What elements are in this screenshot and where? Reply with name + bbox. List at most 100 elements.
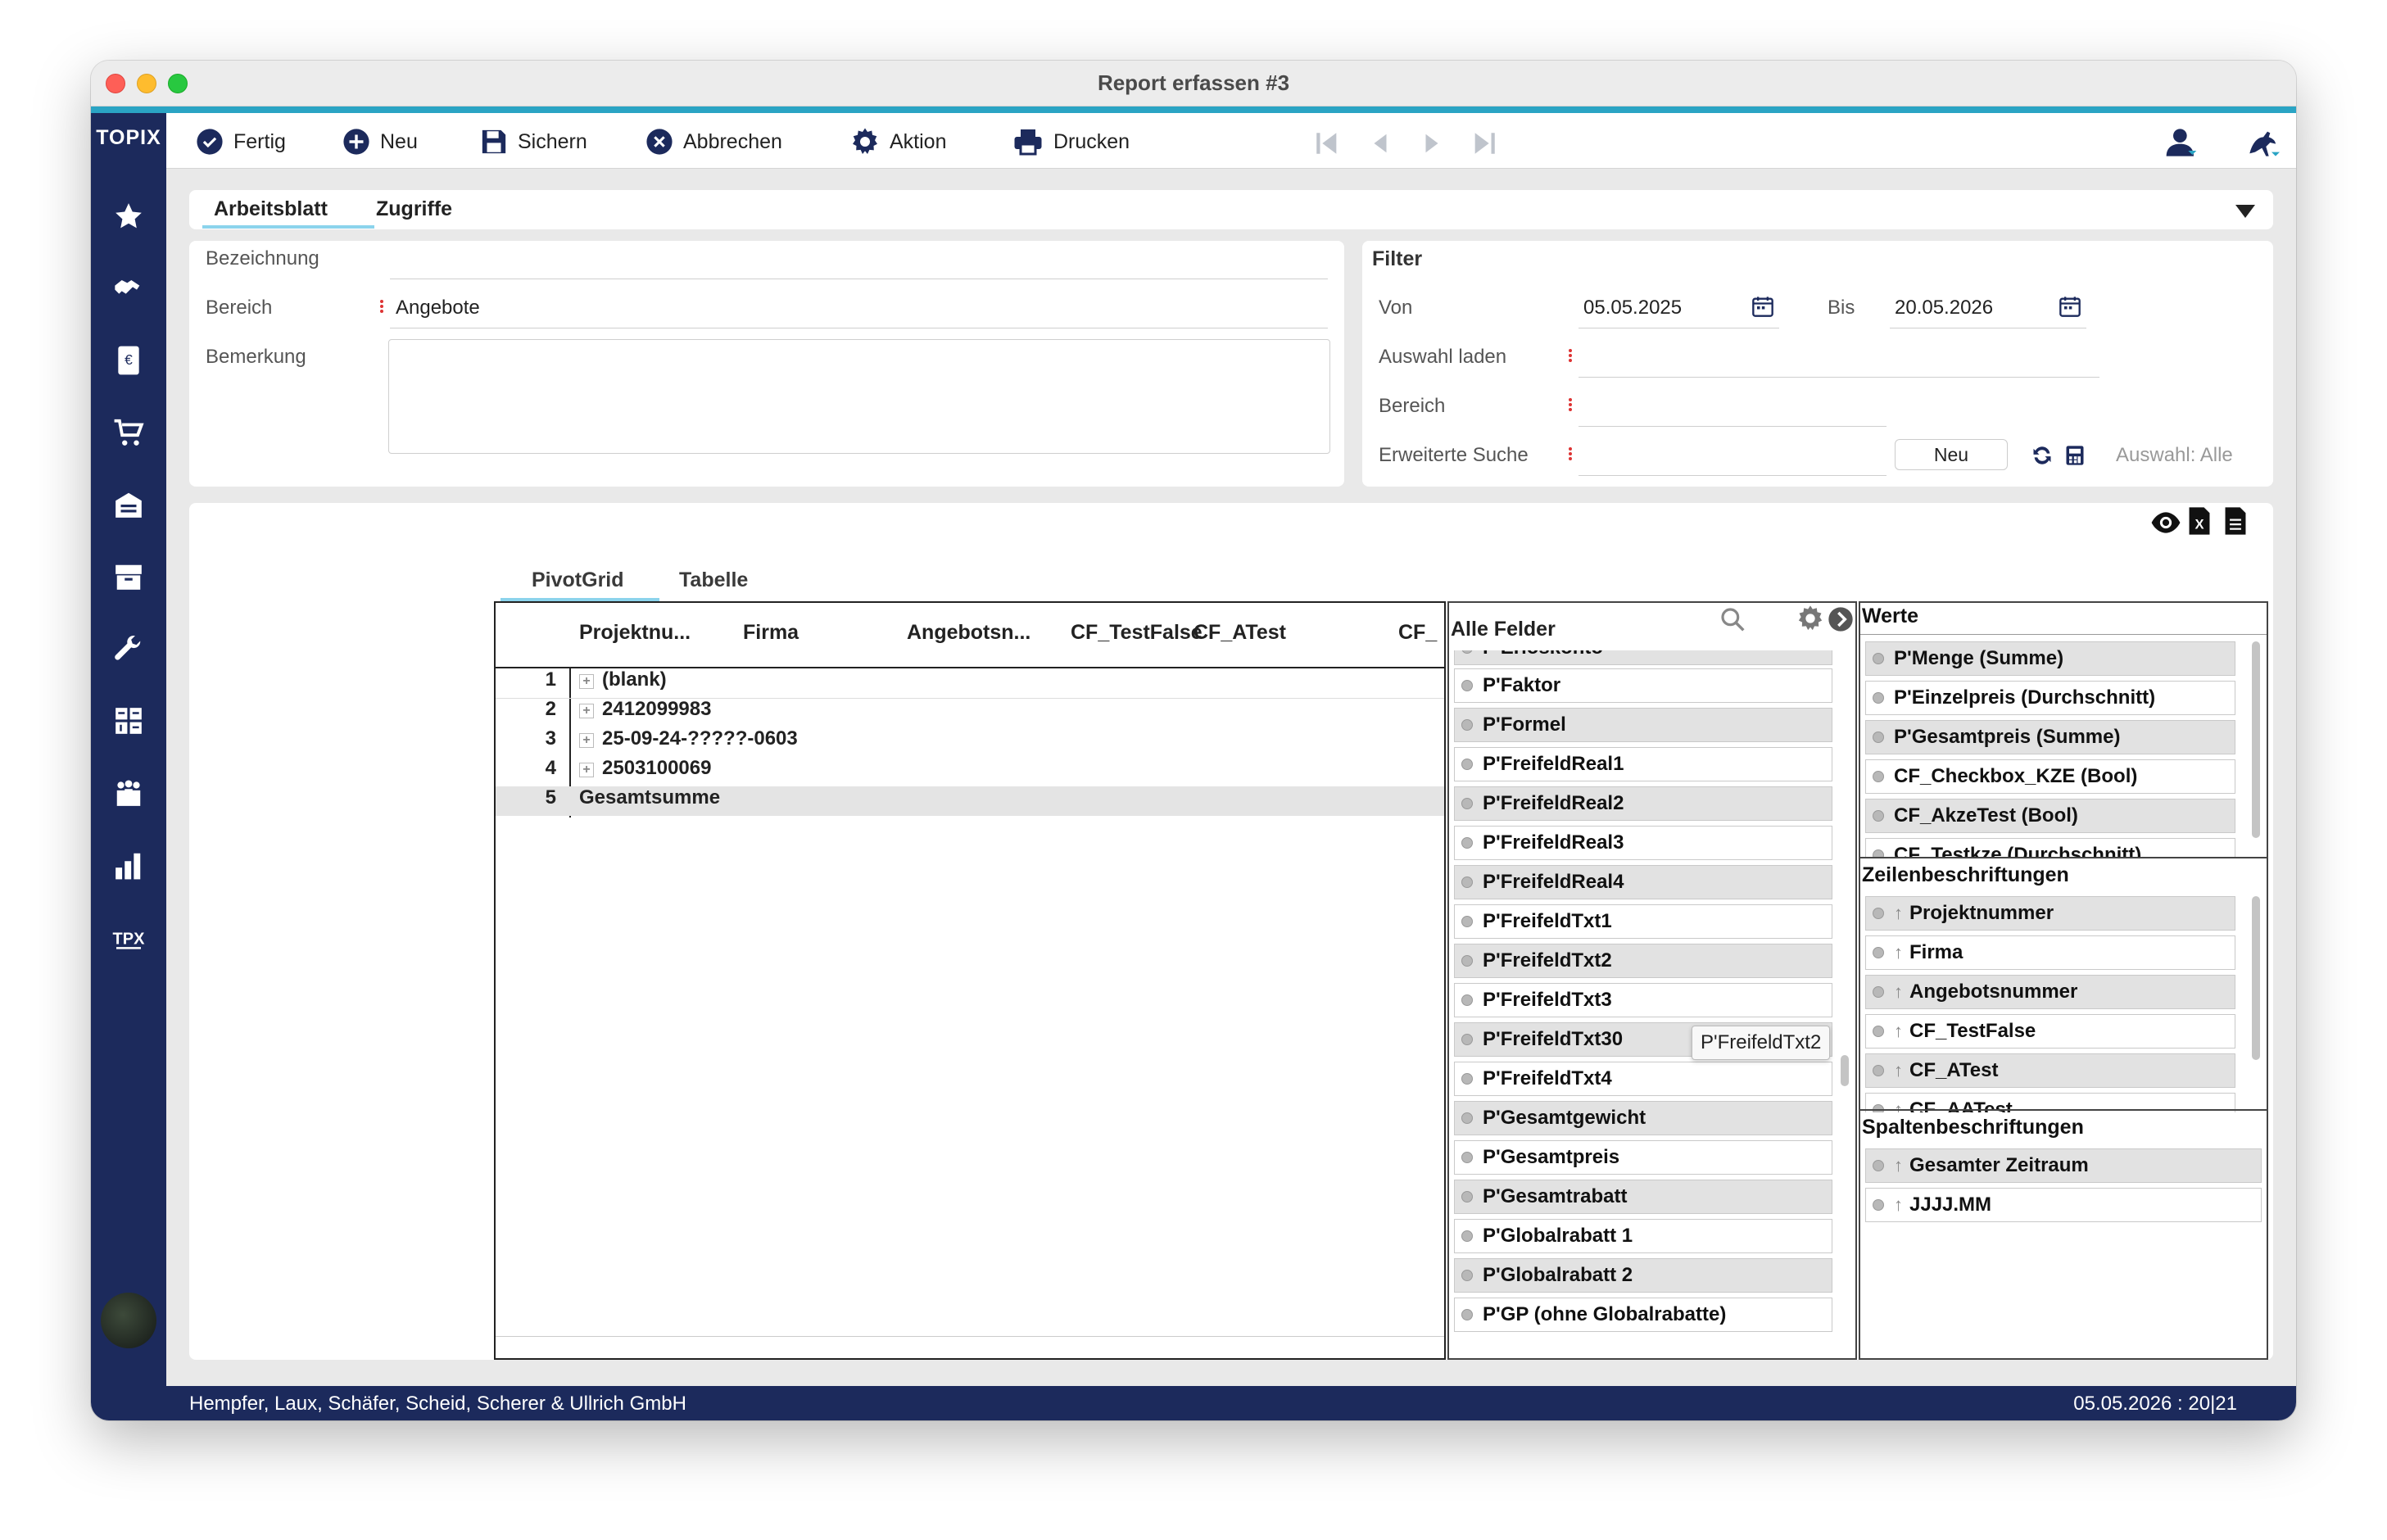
field-item[interactable]: P'Gesamtrabatt <box>1454 1180 1832 1214</box>
cart-icon[interactable] <box>112 416 145 449</box>
gear-icon[interactable] <box>1796 605 1824 632</box>
field-item[interactable]: P'Globalrabatt 1 <box>1454 1219 1832 1253</box>
pivot-column-header[interactable]: CF_TestFalse <box>1071 621 1203 645</box>
field-item[interactable]: P'FreifeldTxt4 <box>1454 1062 1832 1096</box>
field-item[interactable]: P'FreifeldReal4 <box>1454 865 1832 899</box>
von-date-input[interactable]: 05.05.2025 <box>1583 297 1682 319</box>
pivot-column-header[interactable]: Angebotsn... <box>907 621 1030 645</box>
sort-asc-icon[interactable]: ↑ <box>1894 1194 1903 1216</box>
user-icon[interactable] <box>2165 126 2198 159</box>
zeilen-item[interactable]: ↑ Projektnummer <box>1865 896 2235 931</box>
people-icon[interactable] <box>112 777 145 809</box>
bereich-field[interactable]: Angebote <box>396 297 480 319</box>
bereich-filter-input[interactable] <box>1578 426 1886 427</box>
sort-asc-icon[interactable]: ↑ <box>1894 981 1903 1003</box>
bis-date-input[interactable]: 20.05.2026 <box>1895 297 1993 319</box>
sort-asc-icon[interactable]: ↑ <box>1894 903 1903 924</box>
pivot-column-header[interactable]: CF_ <box>1398 621 1437 645</box>
drucken-button[interactable]: Drucken <box>1012 128 1130 156</box>
werte-item[interactable]: CF_Testkze (Durchschnitt) <box>1865 838 2235 857</box>
field-item[interactable]: P'FreifeldReal1 <box>1454 747 1832 781</box>
sort-asc-icon[interactable]: ↑ <box>1894 1060 1903 1081</box>
calendar-icon[interactable] <box>2059 295 2081 318</box>
expand-icon[interactable]: + <box>579 674 594 689</box>
search-icon[interactable] <box>1719 606 1746 632</box>
neu-button[interactable]: Neu <box>342 128 418 156</box>
abbrechen-button[interactable]: Abbrechen <box>645 128 782 156</box>
expand-icon[interactable]: + <box>579 733 594 748</box>
kangaroo-icon[interactable] <box>2245 126 2281 159</box>
bar-chart-icon[interactable] <box>112 849 145 881</box>
spalten-item[interactable]: ↑ JJJJ.MM <box>1865 1188 2262 1222</box>
spalten-item[interactable]: ↑ Gesamter Zeitraum <box>1865 1148 2262 1183</box>
pivot-row[interactable]: 1 + (blank) <box>496 668 1444 698</box>
archive-icon[interactable] <box>112 560 145 593</box>
field-item[interactable]: P'FreifeldReal3 <box>1454 826 1832 860</box>
horizontal-scrollbar[interactable] <box>496 1336 1444 1337</box>
invoice-icon[interactable]: € <box>112 344 145 377</box>
field-item[interactable]: P'Globalrabatt 2 <box>1454 1258 1832 1293</box>
fertig-button[interactable]: Fertig <box>196 128 286 156</box>
pivot-row[interactable]: 3 + 25-09-24-?????-0603 <box>496 727 1444 757</box>
field-item[interactable]: P'Faktor <box>1454 668 1832 703</box>
previous-record-icon[interactable] <box>1368 129 1393 157</box>
pivot-row[interactable]: 4 + 2503100069 <box>496 757 1444 786</box>
sort-asc-icon[interactable]: ↑ <box>1894 1021 1903 1042</box>
eye-icon[interactable] <box>2150 510 2181 536</box>
document-export-icon[interactable] <box>2224 506 2247 536</box>
tpx-icon[interactable]: TPX <box>112 921 145 953</box>
first-record-icon[interactable] <box>1313 129 1341 157</box>
last-record-icon[interactable] <box>1470 129 1498 157</box>
chevron-down-icon[interactable] <box>2235 205 2255 218</box>
field-item[interactable]: P'Gesamtpreis <box>1454 1140 1832 1175</box>
werte-scrollbar[interactable] <box>2252 641 2260 838</box>
chevron-right-circle-icon[interactable] <box>1828 606 1854 632</box>
field-item[interactable]: P'Gesamtgewicht <box>1454 1101 1832 1135</box>
zeilen-item[interactable]: ↑ Angebotsnummer <box>1865 975 2235 1009</box>
pivot-row[interactable]: 2 + 2412099983 <box>496 698 1444 727</box>
aktion-button[interactable]: Aktion <box>850 128 946 156</box>
apps-icon[interactable] <box>112 704 145 737</box>
erweiterte-suche-input[interactable] <box>1578 475 1886 476</box>
tab-tabelle[interactable]: Tabelle <box>679 568 748 592</box>
tab-arbeitsblatt[interactable]: Arbeitsblatt <box>214 197 328 221</box>
field-item[interactable]: P'Formel <box>1454 708 1832 742</box>
field-list-scrollbar[interactable] <box>1841 1055 1849 1086</box>
pivot-column-header[interactable]: CF_ATest <box>1194 621 1286 645</box>
sort-asc-icon[interactable]: ↑ <box>1894 942 1903 963</box>
sichern-button[interactable]: Sichern <box>480 128 587 156</box>
field-item[interactable]: P'Erloskonto <box>1454 650 1832 665</box>
tab-zugriffe[interactable]: Zugriffe <box>376 197 452 221</box>
next-record-icon[interactable] <box>1420 129 1444 157</box>
wrench-icon[interactable] <box>112 632 145 665</box>
pivot-column-header[interactable]: Projektnu... <box>579 621 691 645</box>
tab-pivotgrid[interactable]: PivotGrid <box>532 568 624 592</box>
werte-item[interactable]: P'Einzelpreis (Durchschnitt) <box>1865 681 2235 715</box>
werte-item[interactable]: P'Menge (Summe) <box>1865 641 2235 676</box>
werte-item[interactable]: CF_AkzeTest (Bool) <box>1865 799 2235 833</box>
expand-icon[interactable]: + <box>579 763 594 777</box>
star-icon[interactable] <box>112 200 145 233</box>
calendar-icon[interactable] <box>1751 295 1774 318</box>
auswahl-laden-input[interactable] <box>1578 377 2099 378</box>
refresh-icon[interactable] <box>2031 444 2054 467</box>
field-item[interactable]: P'GP (ohne Globalrabatte) <box>1454 1298 1832 1332</box>
zeilen-item[interactable]: ↑ CF_TestFalse <box>1865 1014 2235 1049</box>
field-item[interactable]: P'FreifeldReal2 <box>1454 786 1832 821</box>
werte-item[interactable]: CF_Checkbox_KZE (Bool) <box>1865 759 2235 794</box>
user-avatar[interactable] <box>101 1293 156 1348</box>
field-item[interactable]: P'FreifeldTxt2 <box>1454 944 1832 978</box>
field-item[interactable]: P'FreifeldTxt1 <box>1454 904 1832 939</box>
werte-item[interactable]: P'Gesamtpreis (Summe) <box>1865 720 2235 754</box>
calculator-icon[interactable] <box>2063 444 2086 467</box>
sort-asc-icon[interactable]: ↑ <box>1894 1155 1903 1176</box>
neu-search-button[interactable]: Neu <box>1895 439 2008 470</box>
bezeichnung-input[interactable] <box>390 247 1258 275</box>
zeilen-item[interactable]: ↑ CF_ATest <box>1865 1053 2235 1088</box>
excel-export-icon[interactable]: X <box>2188 506 2211 536</box>
warehouse-icon[interactable] <box>112 488 145 521</box>
zeilen-scrollbar[interactable] <box>2252 896 2260 1060</box>
expand-icon[interactable]: + <box>579 704 594 718</box>
bemerkung-textarea[interactable] <box>388 339 1330 454</box>
pivot-column-header[interactable]: Firma <box>743 621 799 645</box>
